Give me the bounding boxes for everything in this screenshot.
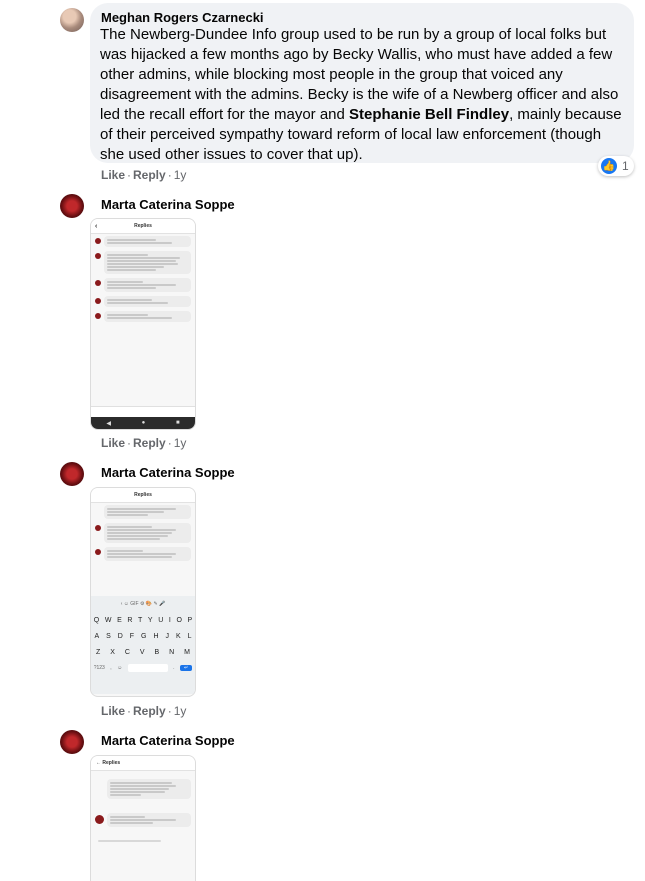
comment-text: The Newberg-Dundee Info group used to be… (100, 26, 622, 163)
back-arrow-icon: ‹ (95, 222, 98, 230)
phone-navbar: ◀ ● ■ (91, 417, 195, 429)
write-reply-field (91, 406, 195, 417)
keyboard-key: K (175, 632, 181, 640)
keyboard-key: G (141, 632, 147, 640)
reply-image[interactable]: ← Replies (90, 755, 196, 881)
reply-author[interactable]: Marta Caterina Soppe (101, 197, 235, 212)
home-circle-icon: ● (141, 420, 146, 426)
keyboard-row: ASDFGHJKL (91, 628, 195, 644)
keyboard-key: C (124, 648, 130, 656)
mention-link[interactable]: Stephanie Bell Findley (349, 106, 509, 123)
keyboard-key: U (158, 616, 164, 624)
reply-author[interactable]: Marta Caterina Soppe (101, 465, 235, 480)
keyboard-key: H (153, 632, 159, 640)
keyboard-key: E (117, 616, 122, 624)
keyboard-key: L (187, 632, 192, 640)
reaction-summary[interactable]: 👍 1 (598, 156, 634, 176)
reply-actions: Like · Reply · 1y (101, 436, 187, 450)
keyboard-key: V (139, 648, 145, 656)
avatar[interactable] (60, 462, 84, 486)
like-reaction-icon: 👍 (601, 158, 617, 174)
reply-button[interactable]: Reply (133, 704, 166, 718)
phone-keyboard: ‹ ☺ GIF ⚙ 🎨 ✎ 🎤 QWERTYUIOP ASDFGHJKL Z X C… (91, 596, 195, 694)
keyboard-key: F (129, 632, 135, 640)
shot-topbar: Replies (91, 488, 195, 503)
keyboard-key: P (187, 616, 193, 624)
shot-topbar: ← Replies (91, 756, 195, 771)
emoji-icon: ☺ (117, 665, 123, 671)
keyboard-key: W (104, 616, 112, 624)
keyboard-key: O (176, 616, 182, 624)
enter-key-icon: ↵ (180, 665, 193, 671)
keyboard-key: S (106, 632, 111, 640)
timestamp[interactable]: 1y (174, 704, 187, 718)
shot-title: Replies (134, 492, 152, 498)
shot-title: Replies (102, 760, 121, 766)
reply-actions: Like · Reply · 1y (101, 704, 187, 718)
keyboard-row: ZXCVBNM (91, 644, 195, 660)
recents-square-icon: ■ (176, 420, 180, 426)
like-button[interactable]: Like (101, 704, 125, 718)
keyboard-key: A (94, 632, 100, 640)
reaction-count: 1 (622, 159, 629, 173)
like-button[interactable]: Like (101, 436, 125, 450)
keyboard-row: QWERTYUIOP (91, 612, 195, 628)
timestamp[interactable]: 1y (174, 168, 187, 182)
keyboard-key: T (138, 616, 143, 624)
keyboard-key: R (127, 616, 133, 624)
reply-button[interactable]: Reply (133, 168, 166, 182)
reply-image[interactable]: Replies ‹ ☺ GIF ⚙ 🎨 ✎ 🎤 QWERTYUIOP ASDFG… (90, 487, 196, 697)
keyboard-key: Y (147, 616, 153, 624)
keyboard-key: B (154, 648, 160, 656)
shot-title: Replies (134, 223, 152, 229)
timestamp[interactable]: 1y (174, 436, 187, 450)
avatar[interactable] (60, 194, 84, 218)
avatar[interactable] (60, 730, 84, 754)
back-triangle-icon: ◀ (106, 420, 111, 427)
keyboard-key: N (169, 648, 175, 656)
reply-button[interactable]: Reply (133, 436, 166, 450)
keyboard-key: D (117, 632, 123, 640)
keyboard-key: Z (95, 648, 101, 656)
keyboard-key: Q (93, 616, 100, 624)
shot-topbar: ‹ Replies (91, 219, 195, 234)
keyboard-row: ?123, ☺ . ↵ (91, 660, 195, 676)
avatar[interactable] (60, 8, 84, 32)
comment-actions: Like · Reply · 1y (101, 168, 187, 182)
keyboard-key: M (184, 648, 190, 656)
keyboard-key: J (165, 632, 170, 640)
keyboard-key: I (168, 616, 171, 624)
keyboard-row: ‹ ☺ GIF ⚙ 🎨 ✎ 🎤 (120, 601, 166, 607)
like-button[interactable]: Like (101, 168, 125, 182)
reply-author[interactable]: Marta Caterina Soppe (101, 733, 235, 748)
comment-author[interactable]: Meghan Rogers Czarnecki (101, 10, 264, 25)
reply-image[interactable]: ‹ Replies ◀ ● ■ (90, 218, 196, 430)
keyboard-key: X (110, 648, 115, 656)
